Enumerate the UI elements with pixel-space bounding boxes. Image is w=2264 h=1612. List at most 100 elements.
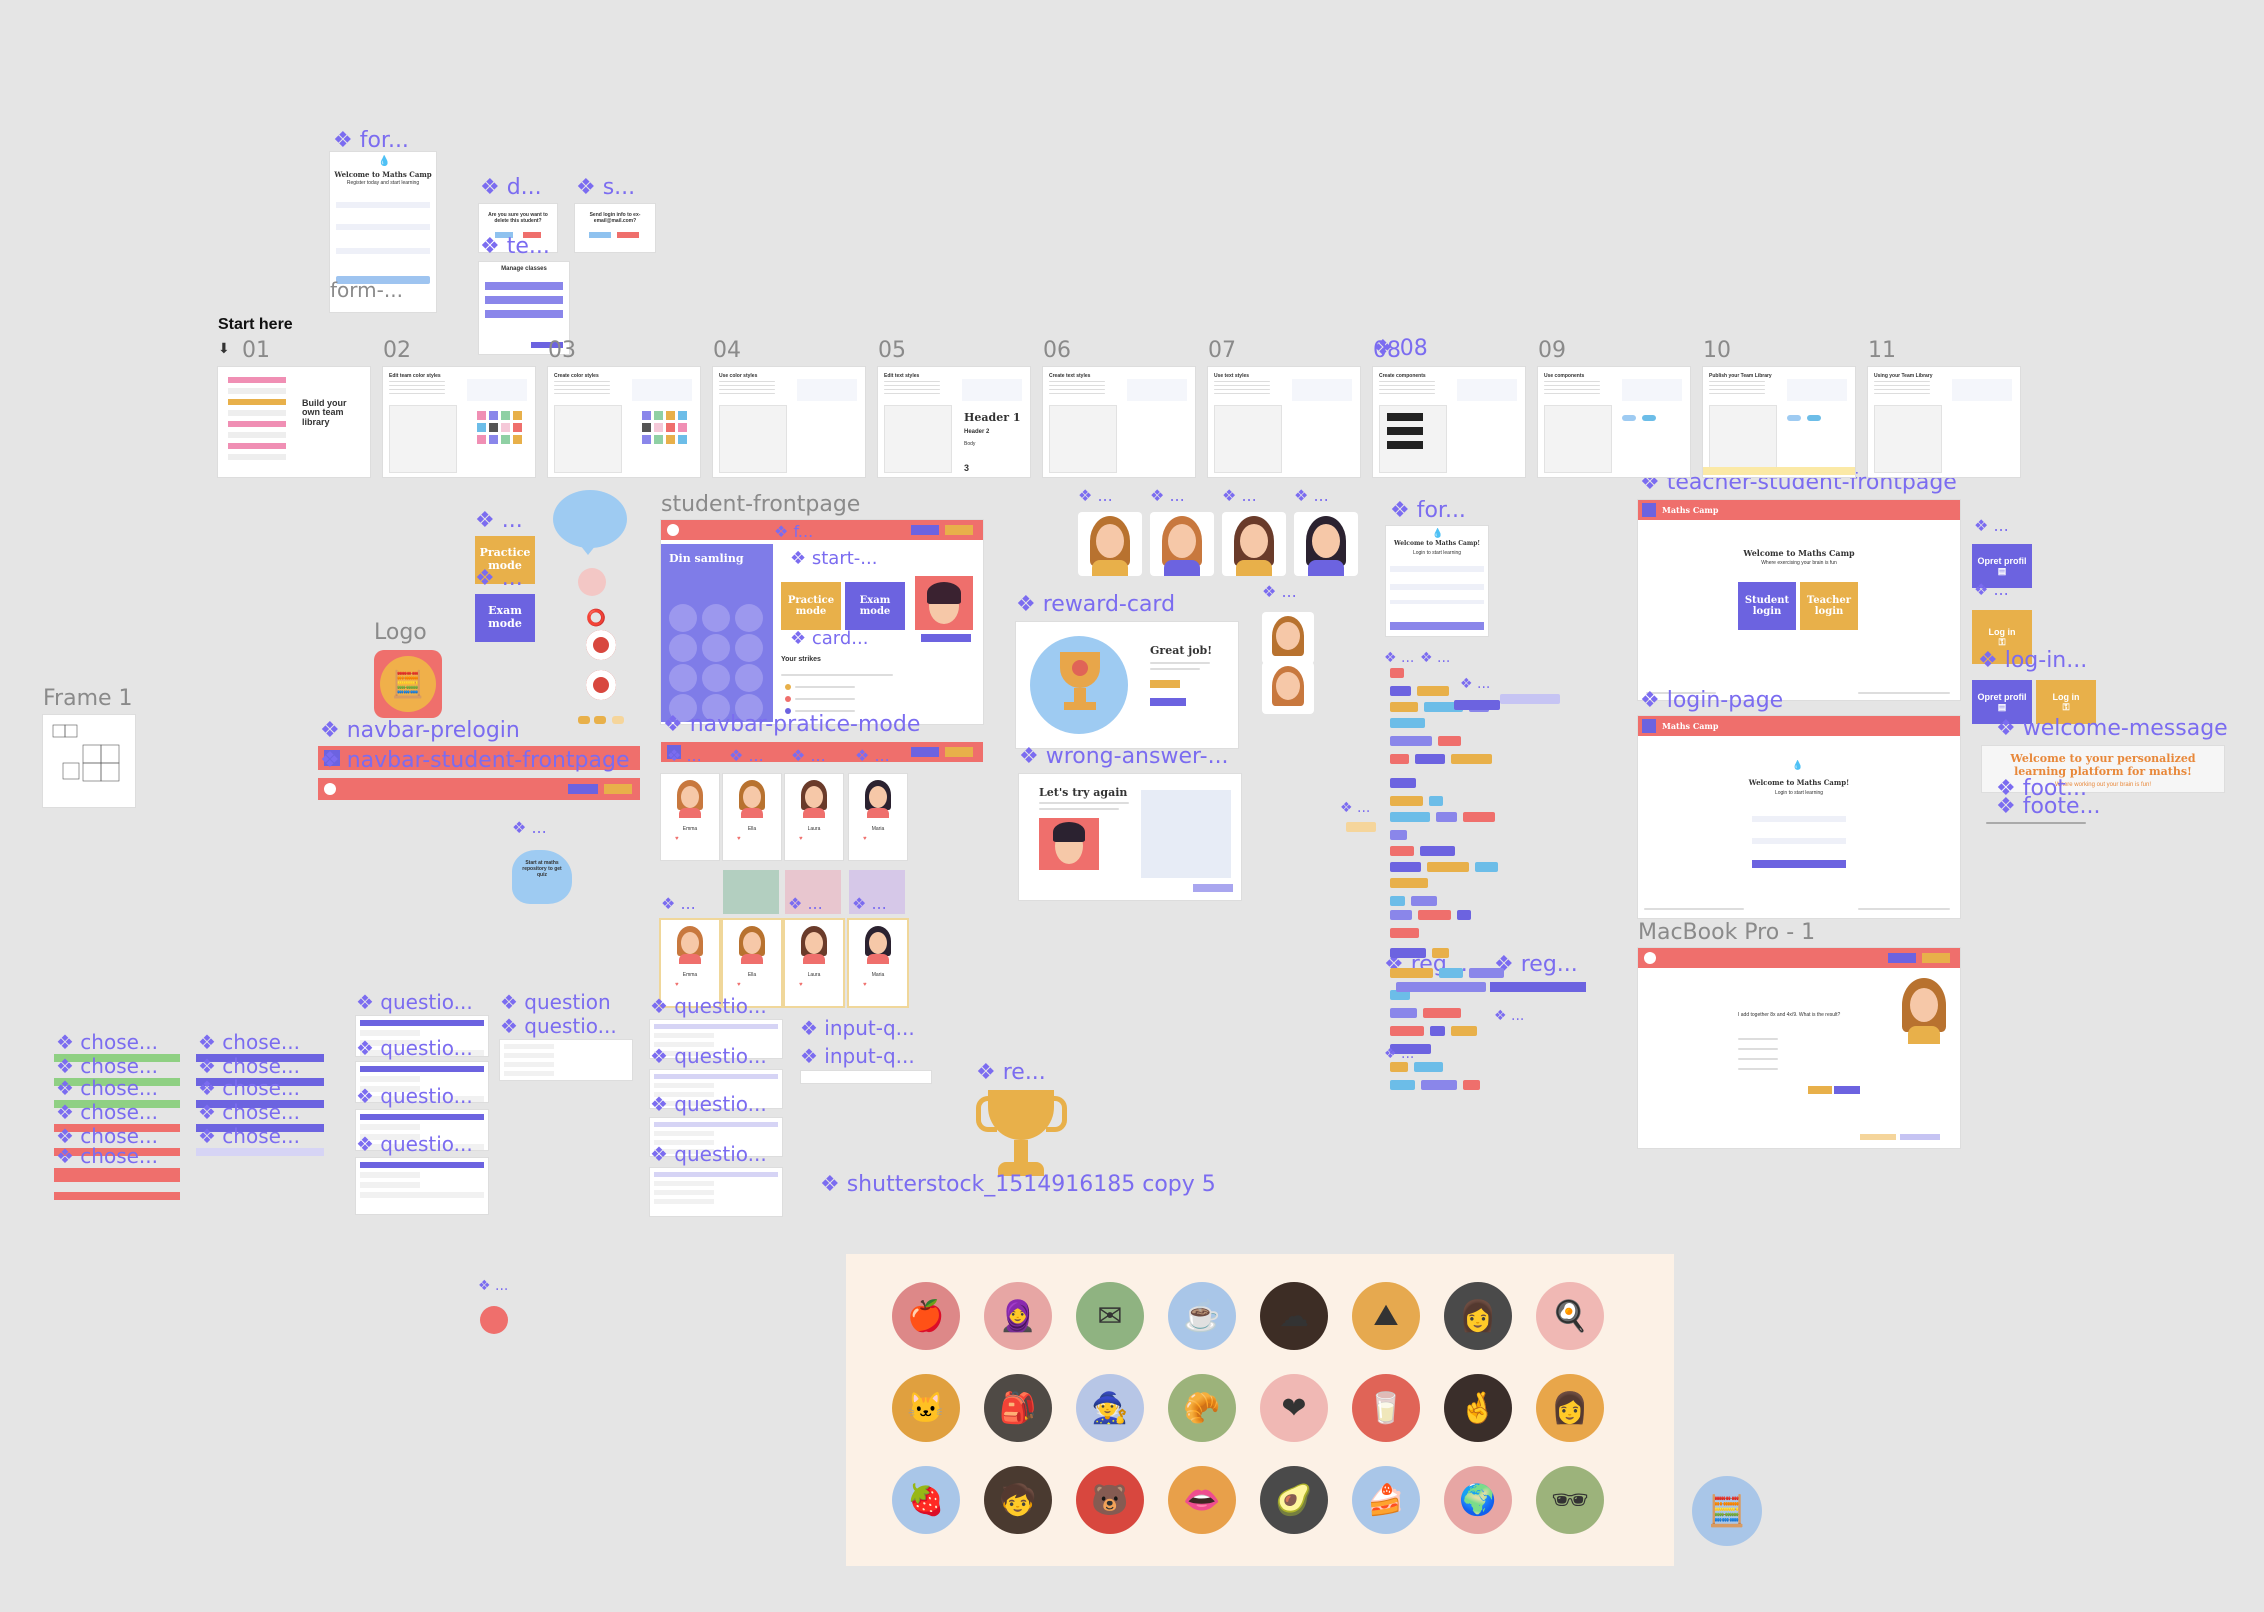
component-chip[interactable] [1390, 830, 1407, 840]
component-chip[interactable] [1390, 928, 1419, 938]
step-card[interactable]: Create color styles [548, 367, 700, 477]
logout-button[interactable] [568, 784, 598, 794]
component-chip[interactable] [1390, 668, 1404, 678]
component-chip[interactable] [1430, 1026, 1445, 1036]
step-card[interactable]: Use text styles [1208, 367, 1360, 477]
component-chip[interactable] [1346, 822, 1376, 832]
component-chip[interactable] [1390, 812, 1430, 822]
input-field[interactable] [800, 1070, 932, 1084]
password-field[interactable] [1390, 584, 1484, 590]
component-chip[interactable] [1390, 1008, 1417, 1018]
student-card[interactable]: Maria ♥ [849, 774, 907, 860]
profile-button[interactable] [604, 784, 632, 794]
exam-mode-button[interactable]: Exam mode [845, 582, 905, 630]
badge-slot[interactable] [735, 634, 763, 662]
component-chip[interactable] [1390, 1080, 1415, 1090]
step-card[interactable]: Create text styles [1043, 367, 1195, 477]
prev-button[interactable] [1860, 1134, 1896, 1140]
send-no-button[interactable] [617, 232, 639, 238]
choice-bar[interactable] [54, 1174, 180, 1182]
component-chip[interactable] [1390, 948, 1426, 958]
student-card[interactable]: Emma ♥ [661, 774, 719, 860]
choice-bar[interactable] [54, 1192, 180, 1200]
component-chip[interactable] [1420, 846, 1455, 856]
question-card[interactable] [500, 1040, 632, 1080]
choice-bar[interactable] [196, 1148, 324, 1156]
try-again-button[interactable] [1193, 884, 1233, 892]
continue-button[interactable] [1150, 680, 1180, 688]
logout-button[interactable] [911, 525, 939, 535]
student-card[interactable]: Ella ♥ [723, 774, 781, 860]
badge-slot[interactable] [735, 664, 763, 692]
component-chip[interactable] [1438, 736, 1461, 746]
student-card[interactable]: Laura ♥ [785, 774, 843, 860]
question-card[interactable] [356, 1158, 488, 1214]
badge-slot[interactable] [735, 604, 763, 632]
step-card[interactable]: Create components [1373, 367, 1525, 477]
logout-button[interactable] [1888, 953, 1916, 963]
component-chip[interactable] [1390, 686, 1411, 696]
component-chip[interactable] [1429, 796, 1443, 806]
component-chip[interactable] [1500, 694, 1560, 704]
username-field[interactable] [1390, 566, 1484, 572]
component-chip[interactable] [1390, 910, 1412, 920]
badge-slot[interactable] [702, 634, 730, 662]
component-chip[interactable] [1417, 686, 1449, 696]
next-button[interactable] [1900, 1134, 1940, 1140]
component-chip[interactable] [1390, 796, 1423, 806]
logout-button[interactable] [911, 747, 939, 757]
next-button[interactable] [1150, 698, 1186, 706]
profile-button[interactable] [1922, 953, 1950, 963]
component-chip[interactable] [1423, 1008, 1461, 1018]
component-chip[interactable] [1454, 700, 1500, 710]
send-yes-button[interactable] [589, 232, 611, 238]
step-card[interactable]: Edit text styles Header 1 Header 2 Body 3 [878, 367, 1030, 477]
component-chip[interactable] [1421, 1080, 1457, 1090]
component-chip[interactable] [1390, 896, 1405, 906]
component-chip[interactable] [1390, 754, 1409, 764]
component-chip[interactable] [1390, 702, 1418, 712]
component-chip[interactable] [1390, 878, 1428, 888]
component-chip[interactable] [1451, 754, 1492, 764]
component-chip[interactable] [1463, 812, 1495, 822]
step-card[interactable]: Use components [1538, 367, 1690, 477]
component-chip[interactable] [1415, 754, 1445, 764]
component-chip[interactable] [1390, 968, 1433, 978]
class-row[interactable] [485, 296, 563, 304]
password-field[interactable] [1752, 838, 1846, 844]
practice-mode-button[interactable]: Practice mode [781, 582, 841, 630]
component-chip[interactable] [1390, 718, 1425, 728]
edit-avatar-button[interactable] [921, 634, 971, 642]
component-chip[interactable] [1436, 812, 1457, 822]
exam-mode-button[interactable]: Exam mode [475, 594, 535, 642]
login-button[interactable] [1390, 622, 1484, 630]
component-chip[interactable] [1469, 968, 1504, 978]
component-chip[interactable] [1463, 1080, 1480, 1090]
step-card[interactable]: Edit team color styles [383, 367, 535, 477]
badge-slot[interactable] [669, 664, 697, 692]
component-chip[interactable] [1390, 736, 1432, 746]
step-card[interactable]: Build your own team library [218, 367, 370, 477]
question-card[interactable] [650, 1168, 782, 1216]
badge-slot[interactable] [702, 604, 730, 632]
password-field[interactable] [336, 224, 430, 230]
component-chip[interactable] [1432, 948, 1449, 958]
component-chip[interactable] [1451, 1026, 1477, 1036]
component-chip[interactable] [1475, 862, 1498, 872]
component-chip[interactable] [1390, 846, 1414, 856]
component-chip[interactable] [1390, 862, 1421, 872]
component-chip[interactable] [1414, 1062, 1443, 1072]
username-field[interactable] [336, 202, 430, 208]
component-chip[interactable] [1396, 982, 1486, 992]
component-chip[interactable] [1418, 910, 1451, 920]
badge-slot[interactable] [702, 664, 730, 692]
step-card[interactable]: Publish your Team Library [1703, 367, 1855, 477]
teacher-login-button[interactable]: Teacher login [1800, 582, 1858, 630]
hint-button[interactable] [1808, 1086, 1832, 1094]
check-button[interactable] [1834, 1086, 1860, 1094]
profile-button[interactable] [945, 525, 973, 535]
remember-field[interactable] [1390, 600, 1484, 604]
component-chip[interactable] [1390, 1062, 1408, 1072]
component-chip[interactable] [1390, 1026, 1424, 1036]
step-card[interactable]: Using your Team Library [1868, 367, 2020, 477]
